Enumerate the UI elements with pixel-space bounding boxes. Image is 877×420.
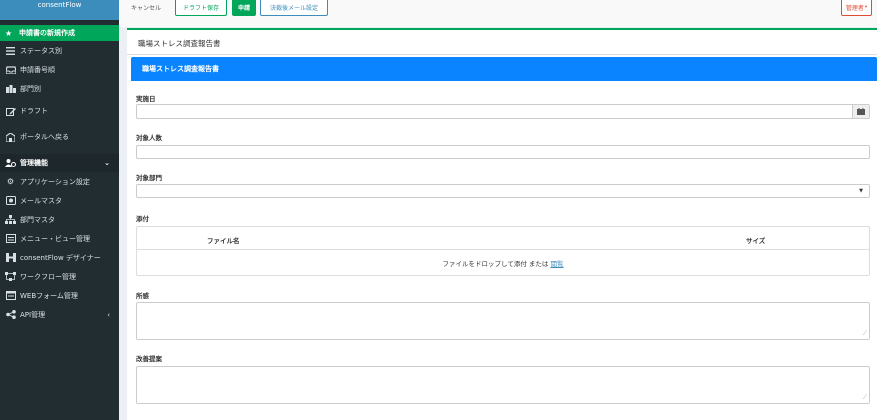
- sidebar-item-label: メニュー・ビュー管理: [20, 234, 90, 243]
- resize-grip-icon[interactable]: ⟋: [863, 394, 867, 402]
- new-request-item[interactable]: ★ 申請書の新規作成: [0, 25, 119, 41]
- dept-select[interactable]: ▼: [136, 184, 870, 198]
- building-icon: [5, 84, 16, 93]
- sidebar-admin-label: 管理機能: [20, 159, 48, 167]
- sidebar-item-designer[interactable]: consentFlow デザイナー: [0, 248, 119, 267]
- sidebar-item-webform[interactable]: WEBフォーム管理: [0, 286, 119, 305]
- sidebar-item-label: ポータルへ戻る: [20, 133, 69, 141]
- attach-label: 添付: [136, 215, 149, 223]
- page-title: 職場ストレス調査報告書: [138, 39, 221, 48]
- sidebar-item-label: API管理: [20, 310, 46, 319]
- divider: [127, 54, 877, 55]
- main-content: 職場ストレス調査報告書 職場ストレス調査報告書 実施日 対象人数 対象部門 ▼ …: [127, 28, 877, 420]
- sidebar-item-api[interactable]: API管理 ‹: [0, 305, 119, 324]
- sidebar-item-status[interactable]: ステータス別: [0, 41, 119, 60]
- calendar-icon[interactable]: [852, 105, 869, 118]
- brand-logo[interactable]: consentFlow: [0, 0, 119, 20]
- caret-down-icon: ▾: [864, 5, 868, 10]
- form-icon: [5, 291, 16, 300]
- sidebar-item-label: WEBフォーム管理: [20, 291, 78, 300]
- sidebar-admin-header[interactable]: 管理機能 ⌄: [0, 154, 119, 172]
- mail-setting-button[interactable]: 決裁後メール設定: [260, 0, 328, 16]
- cancel-button[interactable]: キャンセル: [124, 0, 168, 16]
- sidebar-item-number[interactable]: 申請番号順: [0, 60, 119, 79]
- designer-icon: [5, 253, 16, 262]
- admin-label: 管理者: [845, 5, 864, 12]
- remarks-textarea[interactable]: ⟋: [136, 302, 870, 340]
- list-icon: [5, 46, 16, 55]
- resize-grip-icon[interactable]: ⟋: [863, 330, 867, 338]
- apply-button[interactable]: 申請: [232, 0, 256, 16]
- gear-icon: ⚙: [6, 177, 15, 186]
- panel-title: 職場ストレス調査報告書: [131, 57, 877, 81]
- sitemap-icon: [5, 215, 16, 224]
- inbox-icon: [5, 65, 16, 74]
- proposal-textarea[interactable]: ⟋: [136, 366, 870, 404]
- sidebar: consentFlow ★ 申請書の新規作成 ステータス別 申請番号順 部門別 …: [0, 0, 119, 420]
- sidebar-item-label: ステータス別: [20, 46, 62, 55]
- edit-icon: [5, 107, 16, 116]
- sidebar-item-label: ドラフト: [20, 107, 48, 115]
- portal-icon: [5, 132, 16, 142]
- draft-save-button[interactable]: ドラフト保存: [175, 0, 227, 16]
- sidebar-item-workflow[interactable]: ワークフロー管理: [0, 267, 119, 286]
- file-drop-zone[interactable]: ファイルをドロップして添付 または 閲覧: [137, 250, 869, 268]
- sidebar-item-draft[interactable]: ドラフト: [0, 98, 119, 124]
- star-icon: ★: [5, 28, 13, 38]
- browse-link[interactable]: 閲覧: [550, 260, 563, 268]
- admin-menu-button[interactable]: 管理者 ▾: [841, 0, 872, 16]
- dept-label: 対象部門: [136, 174, 162, 182]
- remarks-label: 所感: [136, 292, 149, 300]
- sidebar-item-menu-view[interactable]: メニュー・ビュー管理: [0, 229, 119, 248]
- new-request-label: 申請書の新規作成: [19, 29, 75, 37]
- sidebar-item-dept-master[interactable]: 部門マスタ: [0, 210, 119, 229]
- mail-icon: [5, 196, 16, 205]
- column-filename: ファイル名: [207, 237, 240, 245]
- chevron-down-icon: ⌄: [104, 159, 110, 167]
- date-input[interactable]: [136, 104, 870, 119]
- attachment-table: ファイル名 サイズ ファイルをドロップして添付 または 閲覧: [136, 226, 870, 276]
- caret-down-icon: ▼: [859, 188, 863, 194]
- share-icon: [5, 310, 16, 319]
- sidebar-item-mail-master[interactable]: メールマスタ: [0, 191, 119, 210]
- admin-users-icon: [5, 159, 16, 168]
- attachment-header: ファイル名 サイズ: [137, 227, 869, 250]
- form-panel: 職場ストレス調査報告書 実施日 対象人数 対象部門 ▼ 添付 ファイル名 サイズ…: [131, 57, 877, 417]
- proposal-label: 改善提案: [136, 355, 162, 363]
- sidebar-item-label: 申請番号順: [20, 65, 55, 74]
- menu-icon: [5, 234, 16, 243]
- sidebar-item-label: consentFlow デザイナー: [20, 253, 101, 262]
- date-label: 実施日: [136, 95, 156, 103]
- sidebar-item-portal[interactable]: ポータルへ戻る: [0, 124, 119, 150]
- drop-text: ファイルをドロップして添付 または: [442, 260, 549, 268]
- sidebar-item-label: メールマスタ: [20, 196, 62, 205]
- workflow-icon: [5, 272, 16, 281]
- sidebar-item-label: アプリケーション設定: [20, 177, 90, 186]
- sidebar-item-department[interactable]: 部門別: [0, 79, 119, 98]
- sidebar-item-label: ワークフロー管理: [20, 272, 76, 281]
- toolbar: キャンセル ドラフト保存 申請 決裁後メール設定 管理者 ▾: [119, 0, 877, 27]
- sidebar-item-label: 部門マスタ: [20, 215, 55, 224]
- sidebar-item-label: 部門別: [20, 84, 41, 93]
- column-size: サイズ: [746, 237, 766, 245]
- count-label: 対象人数: [136, 134, 162, 142]
- count-input[interactable]: [136, 145, 870, 159]
- sidebar-item-app-settings[interactable]: ⚙ アプリケーション設定: [0, 172, 119, 191]
- chevron-left-icon: ‹: [107, 310, 110, 319]
